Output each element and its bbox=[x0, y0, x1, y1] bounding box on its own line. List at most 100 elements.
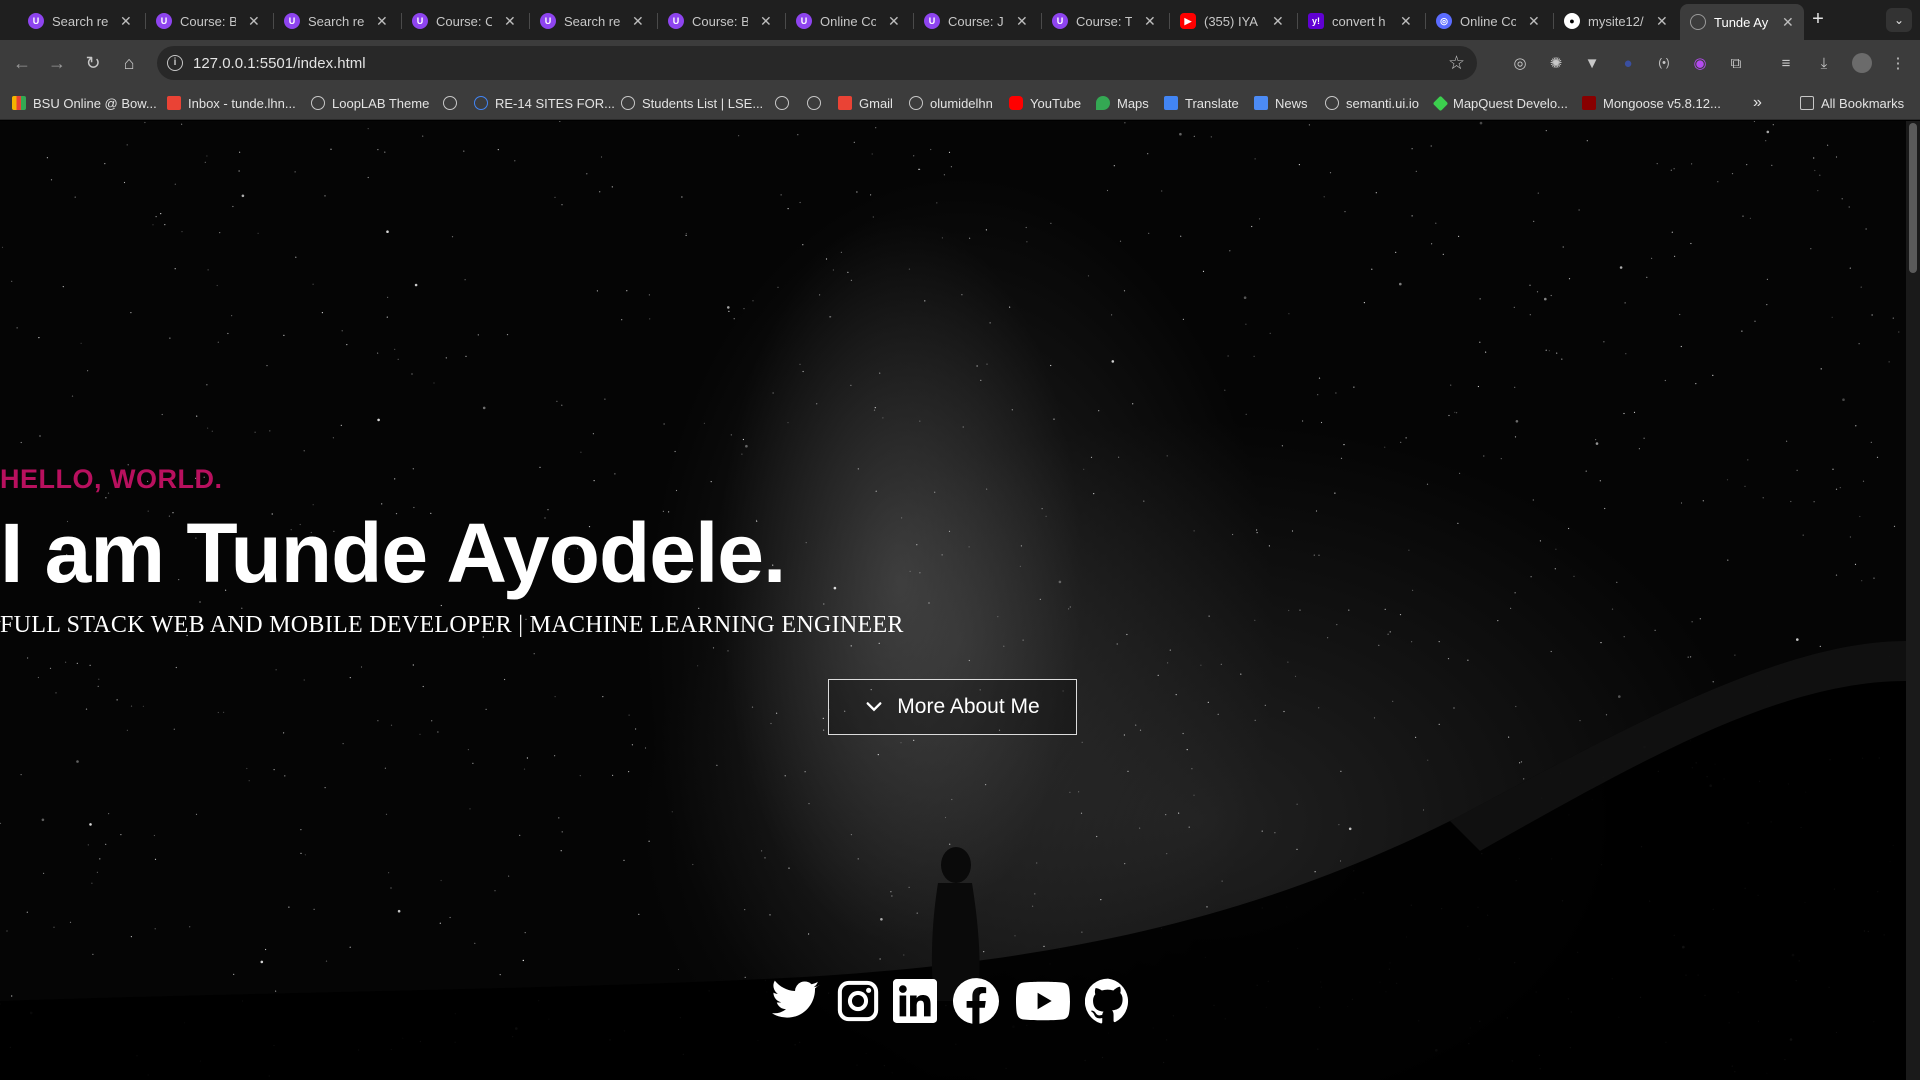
tab-title: Course: T bbox=[1076, 13, 1132, 29]
browser-tab[interactable]: U Search re ✕ bbox=[274, 6, 398, 36]
browser-tab-active[interactable]: Tunde Ay ✕ bbox=[1680, 4, 1804, 40]
all-bookmarks-button[interactable]: All Bookmarks bbox=[1800, 94, 1904, 112]
tab-title: Search re bbox=[564, 13, 620, 29]
gmail-icon bbox=[167, 96, 181, 110]
browser-tab[interactable]: U Course: J ✕ bbox=[914, 6, 1038, 36]
extension-vue-icon[interactable]: ▼ bbox=[1582, 53, 1602, 73]
twitter-link[interactable] bbox=[770, 976, 822, 1026]
bookmark-item[interactable]: News bbox=[1254, 94, 1308, 112]
bookmark-label: RE-14 SITES FOR... bbox=[495, 95, 615, 111]
close-icon[interactable]: ✕ bbox=[1528, 13, 1540, 30]
bookmarks-bar: BSU Online @ Bow... Inbox - tunde.lhn...… bbox=[0, 86, 1920, 120]
facebook-link[interactable] bbox=[952, 976, 1000, 1026]
bookmark-item[interactable]: Translate bbox=[1164, 94, 1239, 112]
more-bookmarks-button[interactable]: » bbox=[1753, 94, 1762, 112]
browser-tab[interactable]: U Search re ✕ bbox=[18, 6, 142, 36]
bookmark-item[interactable]: YouTube bbox=[1009, 94, 1081, 112]
close-icon[interactable]: ✕ bbox=[888, 13, 900, 30]
linkedin-link[interactable] bbox=[892, 976, 938, 1026]
bookmark-item[interactable]: MapQuest Develo... bbox=[1432, 94, 1568, 112]
close-icon[interactable]: ✕ bbox=[632, 13, 644, 30]
bookmark-item[interactable]: semanti.ui.io bbox=[1325, 94, 1419, 112]
maps-icon bbox=[1096, 96, 1110, 110]
bookmark-item[interactable]: Students List | LSE... bbox=[621, 94, 763, 112]
close-icon[interactable]: ✕ bbox=[120, 13, 132, 30]
download-icon[interactable]: ⤓ bbox=[1814, 53, 1834, 73]
linkedin-icon bbox=[893, 979, 937, 1023]
extension-react-icon[interactable]: ✺ bbox=[1546, 53, 1566, 73]
bookmark-item[interactable] bbox=[443, 94, 464, 112]
browser-tab[interactable]: ◎ Online Co ✕ bbox=[1426, 6, 1550, 36]
browser-tab[interactable]: U Course: B ✕ bbox=[658, 6, 782, 36]
browser-tab[interactable]: U Online Co ✕ bbox=[786, 6, 910, 36]
bookmark-item[interactable]: RE-14 SITES FOR... bbox=[474, 94, 615, 112]
u-icon: U bbox=[28, 13, 44, 29]
bookmark-label: News bbox=[1275, 95, 1308, 111]
hero-headline: I am Tunde Ayodele. bbox=[0, 506, 786, 600]
bookmark-item[interactable] bbox=[807, 94, 828, 112]
youtube-link[interactable] bbox=[1015, 976, 1071, 1026]
bookmark-item[interactable]: Inbox - tunde.lhn... bbox=[167, 94, 296, 112]
bookmark-label: BSU Online @ Bow... bbox=[33, 95, 157, 111]
u-icon: U bbox=[796, 13, 812, 29]
tab-title: Course: B bbox=[180, 13, 236, 29]
bookmark-item[interactable]: LoopLAB Theme bbox=[311, 94, 429, 112]
more-about-me-button[interactable]: More About Me bbox=[828, 679, 1077, 735]
reading-list-icon[interactable]: ≡ bbox=[1776, 53, 1796, 73]
bookmark-star-icon[interactable]: ☆ bbox=[1448, 52, 1465, 75]
address-bar[interactable]: i 127.0.0.1:5501/index.html ☆ bbox=[157, 46, 1477, 80]
close-icon[interactable]: ✕ bbox=[1016, 13, 1028, 30]
page-scrollbar[interactable] bbox=[1906, 121, 1920, 1080]
browser-tab[interactable]: y! convert h ✕ bbox=[1298, 6, 1422, 36]
tab-title: Tunde Ay bbox=[1714, 14, 1769, 30]
browser-tab[interactable]: U Search re ✕ bbox=[530, 6, 654, 36]
chevron-down-icon bbox=[866, 702, 882, 712]
browser-tab[interactable]: U Course: T ✕ bbox=[1042, 6, 1166, 36]
bookmark-label: LoopLAB Theme bbox=[332, 95, 430, 111]
extension-circle-icon[interactable]: ● bbox=[1618, 53, 1638, 73]
extensions-puzzle-icon[interactable]: ⧉ bbox=[1726, 53, 1746, 73]
tab-title: Search re bbox=[308, 13, 364, 29]
close-icon[interactable]: ✕ bbox=[1656, 13, 1668, 30]
hero-greeting: HELLO, WORLD. bbox=[0, 464, 223, 494]
globe-icon bbox=[775, 96, 789, 110]
bookmark-item[interactable]: Maps bbox=[1096, 94, 1149, 112]
github-link[interactable] bbox=[1084, 976, 1132, 1026]
browser-tab[interactable]: ● mysite12/ ✕ bbox=[1554, 6, 1678, 36]
extension-target-icon[interactable]: ◎ bbox=[1510, 53, 1530, 73]
bookmark-item[interactable] bbox=[775, 94, 796, 112]
globe-icon bbox=[807, 96, 821, 110]
bookmark-item[interactable]: BSU Online @ Bow... bbox=[12, 94, 157, 112]
bookmark-label: Mongoose v5.8.12... bbox=[1603, 95, 1721, 111]
tab-title: Online Co bbox=[1460, 13, 1516, 29]
tab-search-button[interactable]: ⌄ bbox=[1886, 8, 1912, 32]
tab-title: Course: J bbox=[948, 13, 1004, 29]
home-button[interactable]: ⌂ bbox=[115, 49, 143, 77]
scrollbar-thumb[interactable] bbox=[1909, 123, 1917, 273]
browser-tab[interactable]: ▶ (355) IYA ✕ bbox=[1170, 6, 1294, 36]
bookmark-item[interactable]: Mongoose v5.8.12... bbox=[1582, 94, 1721, 112]
close-icon[interactable]: ✕ bbox=[1144, 13, 1156, 30]
extension-purple-icon[interactable]: ◉ bbox=[1690, 53, 1710, 73]
browser-tab[interactable]: U Course: B ✕ bbox=[146, 6, 270, 36]
close-icon[interactable]: ✕ bbox=[376, 13, 388, 30]
bookmark-item[interactable]: olumidelhn bbox=[909, 94, 993, 112]
forward-button[interactable]: → bbox=[43, 49, 71, 77]
url-text[interactable]: 127.0.0.1:5501/index.html bbox=[193, 55, 366, 72]
profile-avatar[interactable] bbox=[1852, 53, 1872, 73]
info-icon[interactable]: i bbox=[167, 55, 183, 71]
extension-wave-icon[interactable]: (•) bbox=[1654, 53, 1674, 73]
more-menu-icon[interactable]: ⋮ bbox=[1888, 53, 1908, 73]
close-icon[interactable]: ✕ bbox=[1272, 13, 1284, 30]
close-icon[interactable]: ✕ bbox=[504, 13, 516, 30]
close-icon[interactable]: ✕ bbox=[248, 13, 260, 30]
bookmark-item[interactable]: Gmail bbox=[838, 94, 893, 112]
back-button[interactable]: ← bbox=[8, 49, 36, 77]
instagram-link[interactable] bbox=[834, 976, 882, 1026]
new-tab-button[interactable]: + bbox=[1806, 8, 1830, 32]
browser-tab[interactable]: U Course: C ✕ bbox=[402, 6, 526, 36]
close-icon[interactable]: ✕ bbox=[760, 13, 772, 30]
close-icon[interactable]: ✕ bbox=[1400, 13, 1412, 30]
reload-button[interactable]: ↻ bbox=[79, 49, 107, 77]
close-icon[interactable]: ✕ bbox=[1782, 14, 1794, 31]
